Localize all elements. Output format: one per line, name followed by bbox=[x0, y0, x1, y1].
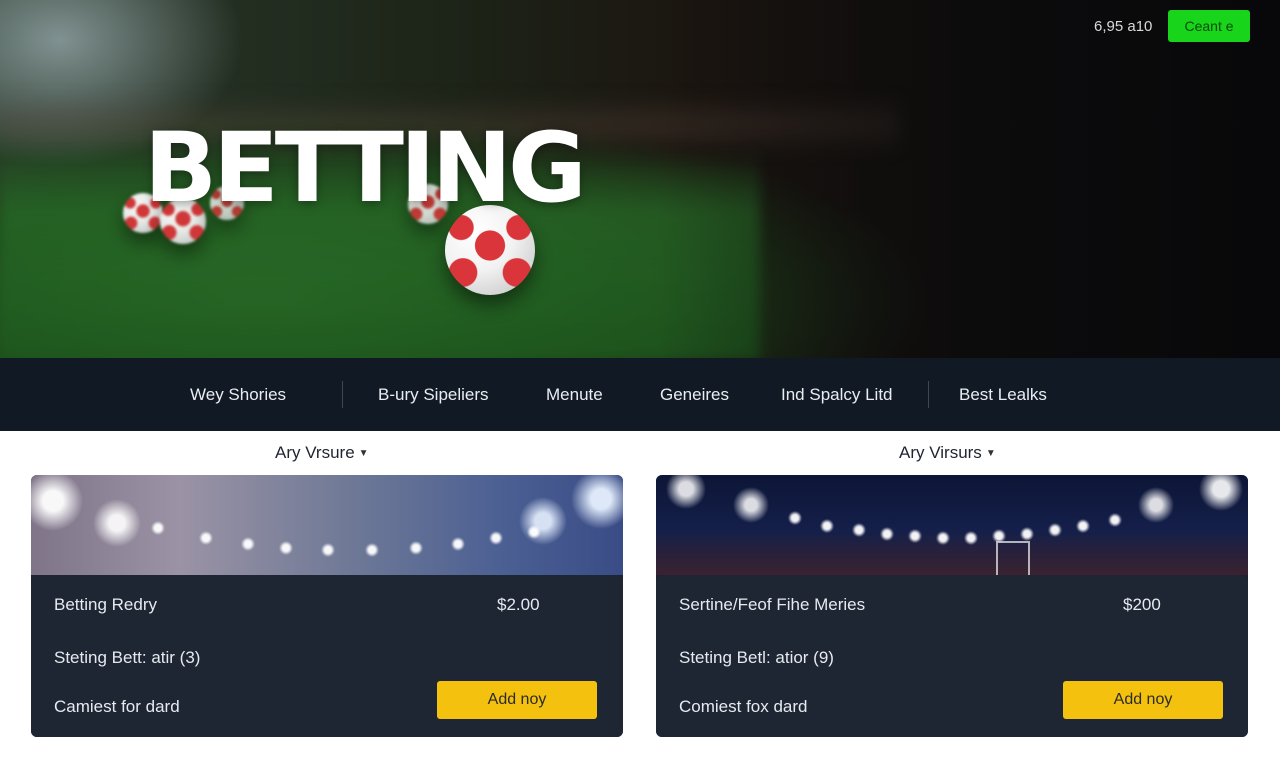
top-navigation: Wey Shories B-ury Sipeliers Menute Genei… bbox=[0, 358, 1280, 431]
stadium-lights bbox=[656, 475, 1248, 575]
nav-item-geneires[interactable]: Geneires bbox=[660, 358, 729, 431]
light-dot bbox=[279, 541, 293, 555]
right-bet-card: Sertine/Feof Fihe Meries $200 Steting Be… bbox=[656, 475, 1248, 737]
left-dropdown-label: Ary Vrsure bbox=[275, 443, 355, 462]
light-dot bbox=[241, 537, 255, 551]
light-dot bbox=[451, 537, 465, 551]
nav-divider bbox=[928, 381, 929, 408]
right-add-button[interactable]: Add noy bbox=[1063, 681, 1223, 719]
right-price: $200 bbox=[1123, 595, 1161, 614]
right-row-2: Steting Betl: atior (9) bbox=[679, 648, 834, 667]
nav-divider bbox=[342, 381, 343, 408]
chevron-down-icon: ▼ bbox=[358, 448, 369, 460]
right-dropdown[interactable]: Ary Virsurs ▼ bbox=[899, 443, 996, 463]
main-content: Ary Vrsure ▼ Ary Virsurs ▼ Betting Redry $… bbox=[0, 431, 1280, 768]
right-dropdown-label: Ary Virsurs bbox=[899, 443, 982, 462]
light-dot bbox=[199, 531, 213, 545]
left-add-button[interactable]: Add noy bbox=[437, 681, 597, 719]
right-row-3: Comiest fox dard bbox=[679, 697, 808, 716]
light-dot bbox=[852, 523, 866, 537]
nav-item-ind-spalcy-litd[interactable]: Ind Spalcy Litd bbox=[781, 358, 893, 431]
left-row-3: Camiest for dard bbox=[54, 697, 180, 716]
hero-title: BETTING bbox=[144, 112, 587, 224]
nav-item-b-ury-sipeliers[interactable]: B-ury Sipeliers bbox=[378, 358, 489, 431]
light-dot bbox=[527, 525, 541, 539]
right-row-1: Sertine/Feof Fihe Meries bbox=[679, 595, 866, 614]
light-dot bbox=[1020, 527, 1034, 541]
light-dot bbox=[880, 527, 894, 541]
hero-darkening-overlay bbox=[660, 0, 1280, 358]
light-dot bbox=[1048, 523, 1062, 537]
light-dot bbox=[409, 541, 423, 555]
left-dropdown[interactable]: Ary Vrsure ▼ bbox=[275, 443, 369, 463]
light-dot bbox=[820, 519, 834, 533]
goal-post bbox=[996, 541, 1030, 575]
light-dot bbox=[1076, 519, 1090, 533]
light-dot bbox=[964, 531, 978, 545]
left-row-2: Steting Bett: atir (3) bbox=[54, 648, 201, 667]
left-row-1: Betting Redry bbox=[54, 595, 157, 614]
light-dot bbox=[151, 521, 165, 535]
light-dot bbox=[489, 531, 503, 545]
left-price: $2.00 bbox=[497, 595, 540, 614]
light-dot bbox=[936, 531, 950, 545]
top-right-balance: 6,95 a10 bbox=[1094, 18, 1153, 35]
light-dot bbox=[908, 529, 922, 543]
nav-item-best-lealks[interactable]: Best Lealks bbox=[959, 358, 1047, 431]
light-dot bbox=[788, 511, 802, 525]
stadium-lights bbox=[31, 475, 623, 575]
light-dot bbox=[321, 543, 335, 557]
nav-item-menute[interactable]: Menute bbox=[546, 358, 603, 431]
light-dot bbox=[1108, 513, 1122, 527]
top-right-cta-button[interactable]: Ceant e bbox=[1168, 10, 1250, 42]
hero: BETTING 6,95 a10 Ceant e bbox=[0, 0, 1280, 358]
left-bet-card: Betting Redry $2.00 Steting Bett: atir (… bbox=[31, 475, 623, 737]
chevron-down-icon: ▼ bbox=[985, 448, 996, 460]
right-card-panel: Sertine/Feof Fihe Meries $200 Steting Be… bbox=[656, 575, 1248, 737]
left-card-panel: Betting Redry $2.00 Steting Bett: atir (… bbox=[31, 575, 623, 737]
nav-item-wey-shories[interactable]: Wey Shories bbox=[190, 358, 286, 431]
light-dot bbox=[365, 543, 379, 557]
